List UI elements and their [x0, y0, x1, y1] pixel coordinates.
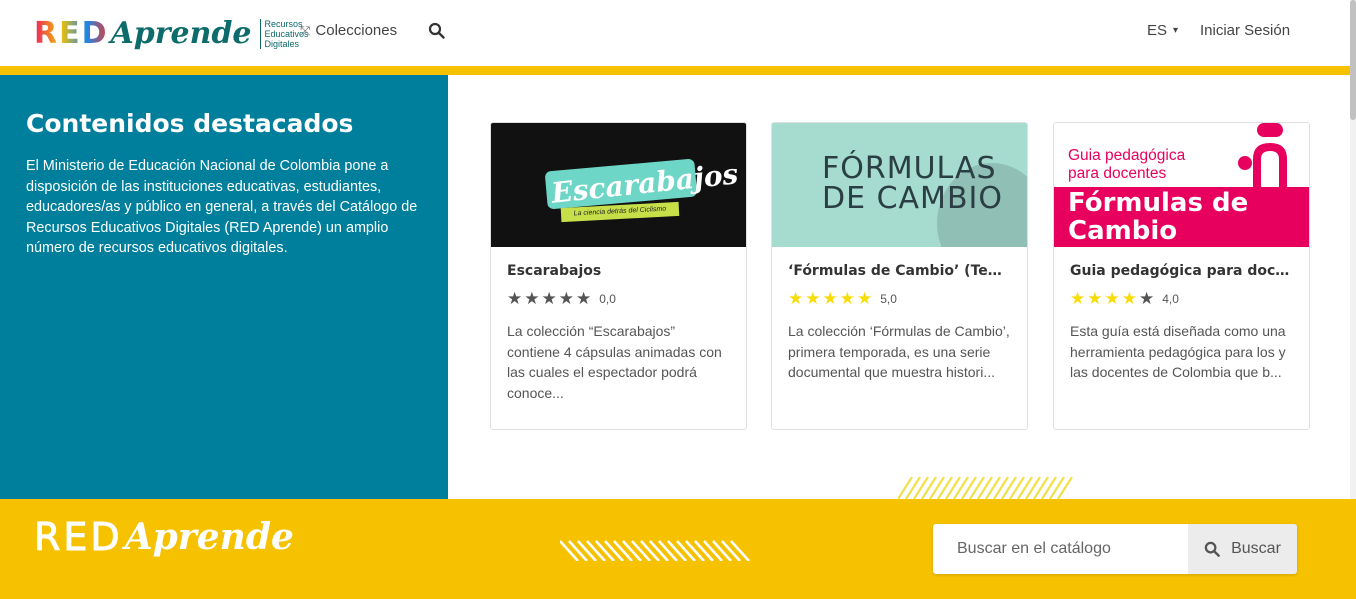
- logo-red-part: RED: [34, 16, 109, 51]
- language-selector[interactable]: ES ▾: [1147, 22, 1178, 39]
- card-rating: ★★★★★ 0,0: [507, 289, 730, 309]
- rating-score: 4,0: [1162, 292, 1179, 306]
- search-icon: [1204, 541, 1220, 557]
- thumbnail-subtitle: Fórmulas de Cambio: [1068, 188, 1249, 246]
- star-icon: ★: [788, 289, 806, 308]
- catalog-search-input[interactable]: [933, 524, 1188, 574]
- decorative-stripes: [560, 540, 750, 561]
- scrollbar-thumb[interactable]: [1350, 0, 1356, 120]
- rating-stars: ★★★★★: [1070, 289, 1156, 309]
- catalog-search: Buscar: [933, 524, 1297, 574]
- card-rating: ★★★★★ 4,0: [1070, 289, 1293, 309]
- card-thumbnail[interactable]: FÓRMULAS DE CAMBIO: [772, 123, 1027, 247]
- footer-logo[interactable]: RED Aprende: [34, 515, 294, 560]
- card-description: La colección “Escarabajos” contiene 4 cá…: [507, 323, 722, 401]
- catalog-search-button-label: Buscar: [1231, 540, 1281, 557]
- star-icon: ★: [1121, 289, 1139, 308]
- rating-stars: ★★★★★: [507, 289, 593, 309]
- star-icon: ★: [1070, 289, 1088, 308]
- decorative-stripes: [898, 477, 1073, 499]
- header-accent-bar: [0, 66, 1356, 75]
- resource-card-formulas[interactable]: FÓRMULAS DE CAMBIO ‘Fórmulas de Cambio’ …: [771, 122, 1028, 430]
- rating-score: 0,0: [599, 292, 616, 306]
- star-icon: ★: [822, 289, 840, 308]
- featured-description: El Ministerio de Educación Nacional de C…: [26, 158, 418, 256]
- logo-aprende-text: Aprende: [110, 16, 252, 51]
- footer-logo-red: RED: [34, 515, 123, 560]
- card-thumbnail[interactable]: Guia pedagógica para docentes Fórmulas d…: [1054, 123, 1309, 247]
- resource-card-escarabajos[interactable]: Escarabajos La ciencia detrás del Ciclis…: [490, 122, 747, 430]
- thumbnail-subtitle: DE CAMBIO: [822, 181, 1003, 216]
- rating-stars: ★★★★★: [788, 289, 874, 309]
- star-icon: ★: [558, 289, 576, 308]
- star-icon: ★: [1087, 289, 1105, 308]
- logo-red-text: RED: [34, 19, 109, 49]
- card-title[interactable]: ‘Fórmulas de Cambio’ (Tem...: [788, 263, 1011, 279]
- language-label: ES: [1147, 22, 1168, 39]
- star-icon: ★: [541, 289, 559, 308]
- star-icon: ★: [1104, 289, 1122, 308]
- star-icon: ★: [507, 289, 525, 308]
- login-link[interactable]: Iniciar Sesión: [1200, 22, 1290, 39]
- card-description: La colección ‘Fórmulas de Cambio’, prime…: [788, 323, 1010, 380]
- footer-logo-aprende: Aprende: [124, 516, 294, 558]
- star-icon: ★: [524, 289, 542, 308]
- nav-colecciones[interactable]: ⤧ Colecciones: [300, 22, 397, 39]
- header: RED Aprende Recursos Educativos Digitale…: [0, 0, 1356, 66]
- star-icon: ★: [1139, 289, 1157, 308]
- featured-title: Contenidos destacados: [26, 109, 354, 138]
- star-icon: ★: [805, 289, 823, 308]
- red-aprende-logo[interactable]: RED Aprende Recursos Educativos Digitale…: [34, 10, 320, 58]
- rating-score: 5,0: [880, 292, 897, 306]
- card-title[interactable]: Guia pedagógica para docen...: [1070, 263, 1293, 279]
- catalog-search-button[interactable]: Buscar: [1188, 524, 1297, 574]
- collapse-arrows-icon: ⤧: [300, 22, 311, 38]
- star-icon: ★: [857, 289, 875, 308]
- card-rating: ★★★★★ 5,0: [788, 289, 1011, 309]
- search-icon[interactable]: [428, 22, 446, 40]
- star-icon: ★: [576, 289, 594, 308]
- nav-colecciones-label: Colecciones: [315, 22, 398, 39]
- resource-card-guia[interactable]: Guia pedagógica para docentes Fórmulas d…: [1053, 122, 1310, 430]
- star-icon: ★: [839, 289, 857, 308]
- card-title[interactable]: Escarabajos: [507, 263, 730, 279]
- chevron-down-icon: ▾: [1173, 25, 1179, 36]
- person-figure-icon: [1238, 123, 1287, 187]
- footer: RED Aprende Buscar: [0, 499, 1356, 599]
- card-thumbnail[interactable]: Escarabajos La ciencia detrás del Ciclis…: [491, 123, 746, 247]
- card-description: Esta guía está diseñada como una herrami…: [1070, 323, 1286, 380]
- featured-panel: Contenidos destacados El Ministerio de E…: [0, 75, 448, 499]
- thumbnail-title: Guia pedagógica para docentes: [1068, 147, 1186, 182]
